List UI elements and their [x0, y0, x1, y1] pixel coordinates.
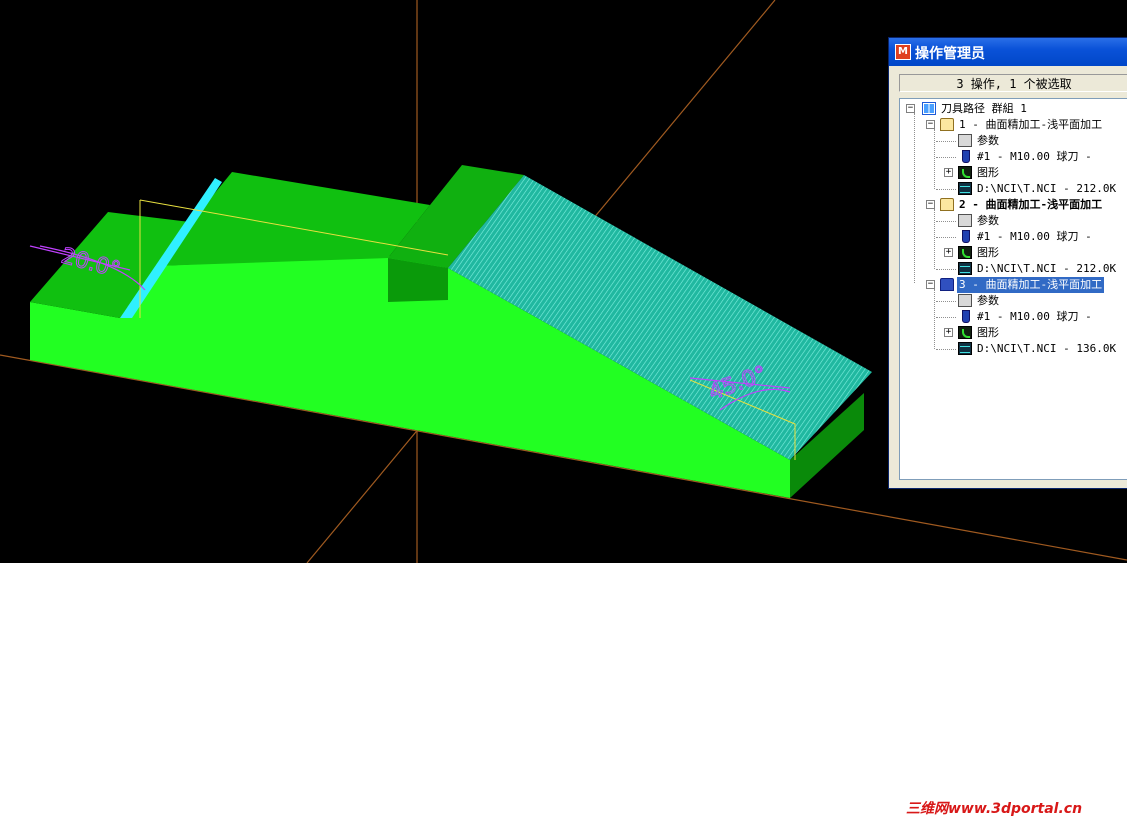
geometry-icon	[958, 166, 972, 179]
collapse-icon[interactable]: −	[906, 104, 915, 113]
open-folder-icon	[940, 118, 954, 131]
expand-icon[interactable]: +	[944, 168, 953, 177]
geometry-label: 图形	[977, 246, 999, 259]
tool-label: #1 - M10.00 球刀 -	[977, 150, 1092, 163]
operation-label: 3 - 曲面精加工-浅平面加工	[957, 277, 1105, 293]
window-titlebar[interactable]: M 操作管理员	[889, 38, 1127, 66]
nci-label: D:\NCI\T.NCI - 212.0K	[977, 262, 1117, 275]
expand-icon[interactable]: +	[944, 248, 953, 257]
collapse-icon[interactable]: −	[926, 280, 935, 289]
params-label: 参数	[977, 134, 999, 147]
geometry-label: 图形	[977, 326, 999, 339]
params-folder-icon	[958, 294, 972, 307]
operations-tree[interactable]: − 刀具路径 群組 1 − 1 - 曲面精加工-浅平面加工 参数 #1 - M1…	[899, 98, 1127, 480]
operation-label: 1 - 曲面精加工-浅平面加工	[959, 118, 1103, 131]
open-folder-icon	[940, 198, 954, 211]
operation-geometry[interactable]: + 图形	[900, 165, 1127, 181]
operation-item-selected[interactable]: − 3 - 曲面精加工-浅平面加工	[900, 277, 1127, 293]
operation-params[interactable]: 参数	[900, 213, 1127, 229]
ball-mill-tool-icon	[962, 310, 970, 323]
nci-file-icon	[958, 182, 972, 195]
operation-nci[interactable]: D:\NCI\T.NCI - 212.0K	[900, 181, 1127, 197]
window-title: 操作管理员	[915, 46, 985, 62]
ball-mill-tool-icon	[962, 230, 970, 243]
toolpath-group-icon	[922, 102, 936, 115]
mastercam-icon: M	[895, 44, 911, 60]
params-folder-icon	[958, 214, 972, 227]
expand-icon[interactable]: +	[944, 328, 953, 337]
operation-tool[interactable]: #1 - M10.00 球刀 -	[900, 229, 1127, 245]
collapse-icon[interactable]: −	[926, 200, 935, 209]
operation-label: 2 - 曲面精加工-浅平面加工	[959, 198, 1103, 211]
operation-params[interactable]: 参数	[900, 293, 1127, 309]
operation-geometry[interactable]: + 图形	[900, 245, 1127, 261]
operation-nci[interactable]: D:\NCI\T.NCI - 212.0K	[900, 261, 1127, 277]
geometry-icon	[958, 326, 972, 339]
ball-mill-tool-icon	[962, 150, 970, 163]
tool-label: #1 - M10.00 球刀 -	[977, 310, 1092, 323]
params-label: 参数	[977, 214, 999, 227]
selection-status: 3 操作, 1 个被选取	[899, 74, 1127, 92]
nci-label: D:\NCI\T.NCI - 136.0K	[977, 342, 1117, 355]
operation-geometry[interactable]: + 图形	[900, 325, 1127, 341]
geometry-label: 图形	[977, 166, 999, 179]
tree-root-label: 刀具路径 群組 1	[941, 102, 1027, 115]
operation-tool[interactable]: #1 - M10.00 球刀 -	[900, 309, 1127, 325]
geometry-icon	[958, 246, 972, 259]
site-watermark: 三维网www.3dportal.cn	[906, 801, 1083, 817]
nci-file-icon	[958, 262, 972, 275]
collapse-icon[interactable]: −	[926, 120, 935, 129]
operation-tool[interactable]: #1 - M10.00 球刀 -	[900, 149, 1127, 165]
nci-file-icon	[958, 342, 972, 355]
params-label: 参数	[977, 294, 999, 307]
operation-params[interactable]: 参数	[900, 133, 1127, 149]
operation-item[interactable]: − 2 - 曲面精加工-浅平面加工	[900, 197, 1127, 213]
operation-nci[interactable]: D:\NCI\T.NCI - 136.0K	[900, 341, 1127, 357]
operation-item[interactable]: − 1 - 曲面精加工-浅平面加工	[900, 117, 1127, 133]
tool-label: #1 - M10.00 球刀 -	[977, 230, 1092, 243]
operations-manager-window[interactable]: M 操作管理员 3 操作, 1 个被选取 − 刀具路径 群組 1 − 1 - 曲…	[888, 37, 1127, 489]
part-solid[interactable]	[30, 165, 872, 498]
nci-label: D:\NCI\T.NCI - 212.0K	[977, 182, 1117, 195]
selected-folder-icon	[940, 278, 954, 291]
params-folder-icon	[958, 134, 972, 147]
tree-root[interactable]: − 刀具路径 群組 1	[900, 101, 1127, 117]
